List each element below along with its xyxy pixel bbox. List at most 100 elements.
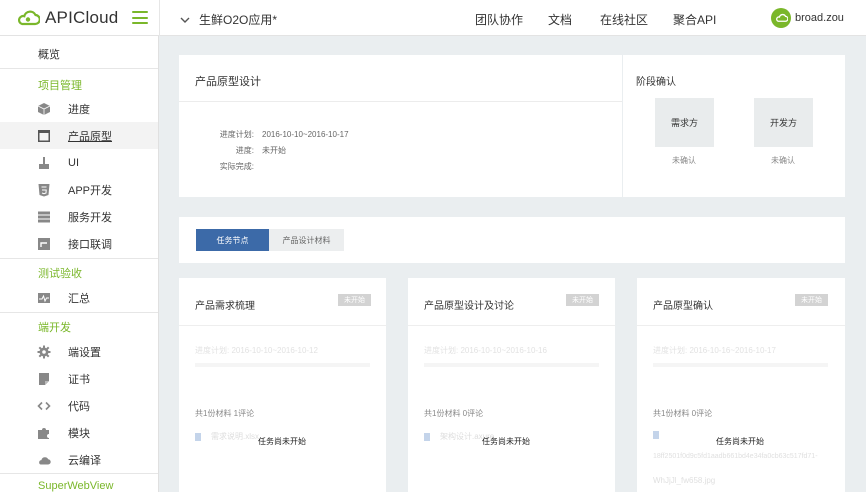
task-count: 共1份材料 1评论 — [195, 409, 255, 418]
progress-key: 进度: — [235, 146, 254, 155]
sidebar-group-title: 端开发 — [0, 312, 158, 338]
file-icon — [195, 432, 201, 441]
sidebar-item-cloud-build[interactable]: 云编译 — [0, 446, 158, 473]
status-badge: 未开始 — [795, 294, 828, 306]
sidebar-item-settings[interactable]: 端设置 — [0, 338, 158, 365]
cloud-icon — [39, 456, 51, 465]
stage-confirm-card: 阶段确认 需求方 未确认 开发方 未确认 — [623, 55, 845, 197]
task-plan: 进度计划: 2016-10-10~2016-10-16 — [424, 346, 547, 355]
sidebar-item-code[interactable]: 代码 — [0, 392, 158, 419]
layout-icon — [38, 129, 50, 142]
sidebar-item-modules[interactable]: 模块 — [0, 419, 158, 446]
task-count: 共1份材料 0评论 — [424, 409, 484, 418]
html5-icon — [38, 183, 50, 196]
overview-title: 产品原型设计 — [195, 76, 261, 88]
task-card[interactable]: 产品原型确认 未开始 进度计划: 2016-10-16~2016-10-17 共… — [637, 278, 845, 492]
group-label: 端开发 — [38, 322, 71, 334]
task-empty-message: 任务尚未开始 — [482, 437, 530, 446]
task-divider — [637, 325, 845, 326]
stage-demand-label: 需求方 — [670, 118, 698, 128]
progress-row: 进度: 未开始 — [179, 145, 286, 156]
tabs-card: 任务节点 产品设计材料 — [179, 217, 845, 263]
group-label: 测试验收 — [38, 268, 82, 280]
sidebar-item-label: 进度 — [68, 103, 90, 116]
puzzle-icon — [38, 427, 49, 439]
task-count: 共1份材料 0评论 — [653, 409, 713, 418]
done-key: 实际完成: — [219, 162, 254, 171]
sidebar-item-app-dev[interactable]: APP开发 — [0, 176, 158, 203]
header-divider — [159, 0, 160, 36]
group-label: 项目管理 — [38, 80, 82, 92]
sidebar-group-title: SuperWebView — [0, 473, 158, 492]
sidebar-item-certificate[interactable]: 证书 — [0, 365, 158, 392]
user-menu[interactable]: broad.zou — [771, 8, 844, 28]
avatar — [771, 8, 791, 28]
sidebar: 概览 项目管理 进度 产品原型 UI APP开发 服务开发 接口联调 测试验收 … — [0, 36, 159, 492]
plan-row: 进度计划: 2016-10-10~2016-10-17 — [179, 129, 349, 140]
sidebar-item-api-debug[interactable]: 接口联调 — [0, 230, 158, 257]
sidebar-item-label: 产品原型 — [68, 130, 112, 143]
link-icon — [38, 237, 50, 250]
tab-label: 任务节点 — [216, 235, 249, 245]
logo[interactable]: APICloud — [16, 8, 118, 28]
stage-demand-status: 未确认 — [672, 156, 696, 165]
sidebar-item-label: 模块 — [68, 427, 90, 440]
group-label: SuperWebView — [38, 480, 114, 492]
file-icon — [653, 431, 659, 439]
task-empty-message: 任务尚未开始 — [716, 437, 764, 446]
file-name: WhJjJl_fw658.jpg — [653, 476, 716, 485]
task-progress-bar — [195, 363, 370, 367]
pulse-icon — [38, 292, 50, 303]
top-bar: APICloud 生鲜O2O应用* 团队协作 文档 在线社区 聚合API bro… — [0, 0, 866, 36]
stage-demand-box[interactable]: 需求方 — [655, 98, 714, 147]
brand-name: APICloud — [45, 8, 119, 27]
nav-team[interactable]: 团队协作 — [475, 11, 523, 28]
sidebar-item-ui[interactable]: UI — [0, 149, 158, 176]
cube-icon — [37, 102, 51, 115]
code-icon — [37, 401, 51, 410]
stage-title: 阶段确认 — [636, 77, 676, 88]
project-switcher[interactable]: 生鲜O2O应用* — [180, 11, 277, 28]
nav-docs[interactable]: 文档 — [548, 11, 572, 28]
task-title: 产品原型确认 — [653, 301, 713, 312]
done-row: 实际完成: — [179, 161, 262, 172]
file-icon — [424, 432, 430, 441]
task-empty-message: 任务尚未开始 — [258, 437, 306, 446]
file-name: 需求说明.xlsx — [211, 432, 259, 441]
task-divider — [408, 325, 615, 326]
task-file[interactable]: 需求说明.xlsx — [195, 431, 259, 442]
task-progress-bar — [424, 363, 599, 367]
sidebar-item-summary[interactable]: 汇总 — [0, 284, 158, 311]
sidebar-group-title: 测试验收 — [0, 258, 158, 284]
progress-value: 未开始 — [262, 146, 286, 155]
task-card[interactable]: 产品需求梳理 未开始 进度计划: 2016-10-10~2016-10-12 共… — [179, 278, 386, 492]
sidebar-item-label: 云编译 — [68, 454, 101, 467]
task-file[interactable] — [653, 431, 669, 439]
user-cloud-icon — [775, 13, 788, 22]
sidebar-item-label: 服务开发 — [68, 211, 112, 224]
tab-task-nodes[interactable]: 任务节点 — [196, 229, 269, 251]
sidebar-divider — [0, 68, 158, 69]
tab-design-materials[interactable]: 产品设计材料 — [269, 229, 344, 251]
sidebar-item-progress[interactable]: 进度 — [0, 95, 158, 122]
sidebar-item-overview[interactable]: 概览 — [0, 39, 158, 65]
file-hash: 18ff2501f0d9c5fd1aadb661bd4e34fa0cb63c51… — [653, 453, 818, 460]
tab-label: 产品设计材料 — [282, 235, 331, 245]
project-name: 生鲜O2O应用* — [199, 13, 278, 27]
task-card[interactable]: 产品原型设计及讨论 未开始 进度计划: 2016-10-10~2016-10-1… — [408, 278, 615, 492]
sidebar-item-label: 概览 — [38, 49, 60, 61]
stage-developer-status: 未确认 — [771, 156, 795, 165]
task-title: 产品原型设计及讨论 — [424, 301, 514, 312]
status-badge: 未开始 — [338, 294, 371, 306]
plan-value: 2016-10-10~2016-10-17 — [262, 130, 349, 139]
nav-api[interactable]: 聚合API — [673, 11, 716, 28]
task-plan: 进度计划: 2016-10-16~2016-10-17 — [653, 346, 776, 355]
sidebar-item-service-dev[interactable]: 服务开发 — [0, 203, 158, 230]
server-icon — [38, 211, 50, 222]
stage-developer-label: 开发方 — [769, 118, 797, 128]
chevron-down-icon — [180, 17, 190, 23]
menu-toggle-icon[interactable] — [132, 11, 148, 24]
sidebar-item-prototype[interactable]: 产品原型 — [0, 122, 158, 149]
nav-community[interactable]: 在线社区 — [600, 11, 648, 28]
stage-developer-box[interactable]: 开发方 — [754, 98, 813, 147]
